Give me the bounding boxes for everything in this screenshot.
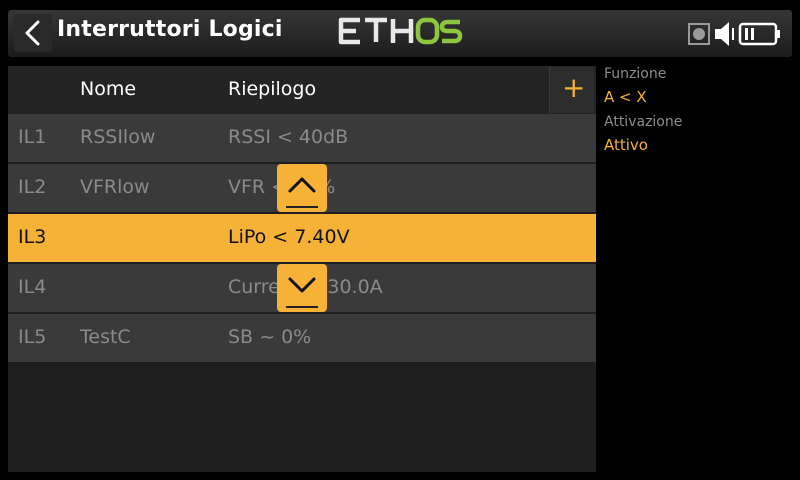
row-id: IL1 (18, 126, 47, 148)
row-summary: SB ~ 0% (228, 326, 312, 348)
row-id: IL2 (18, 176, 47, 198)
chevron-up-icon (288, 177, 316, 193)
row-id: IL4 (18, 276, 47, 298)
logic-switches-panel: Nome Riepilogo + IL1 RSSIlow RSSI < 40dB… (8, 66, 596, 472)
sd-card-icon (688, 23, 710, 45)
row-name: RSSIlow (80, 126, 156, 148)
activation-label: Attivazione (604, 114, 683, 130)
table-row[interactable]: IL5 TestC SB ~ 0% (8, 314, 596, 362)
header-bar: Interruttori Logici (0, 0, 800, 62)
ethos-logo (338, 17, 463, 45)
battery-icon (738, 22, 780, 46)
function-label: Funzione (604, 66, 667, 82)
row-summary: LiPo < 7.40V (228, 226, 350, 248)
table-row-selected[interactable]: IL3 LiPo < 7.40V (8, 214, 596, 262)
chevron-left-icon (25, 20, 40, 46)
table-header: Nome Riepilogo + (8, 66, 596, 114)
row-name: TestC (80, 326, 131, 348)
row-id: IL5 (18, 326, 47, 348)
activation-value: Attivo (604, 136, 648, 154)
back-button[interactable] (14, 14, 52, 52)
row-id: IL3 (18, 226, 47, 248)
column-header-summary: Riepilogo (228, 78, 317, 100)
function-value: A < X (604, 88, 647, 106)
page-title: Interruttori Logici (57, 17, 283, 42)
row-name: VFRlow (80, 176, 150, 198)
divider (286, 306, 318, 308)
speaker-icon (715, 22, 734, 46)
table-row[interactable]: IL1 RSSIlow RSSI < 40dB (8, 114, 596, 162)
row-summary: RSSI < 40dB (228, 126, 349, 148)
status-icons (688, 22, 780, 46)
move-up-button[interactable] (277, 164, 327, 212)
column-header-name: Nome (80, 78, 137, 100)
add-button[interactable]: + (549, 67, 594, 113)
move-down-button[interactable] (277, 264, 327, 312)
divider (286, 206, 318, 208)
chevron-down-icon (288, 277, 316, 293)
plus-icon: + (562, 71, 586, 104)
